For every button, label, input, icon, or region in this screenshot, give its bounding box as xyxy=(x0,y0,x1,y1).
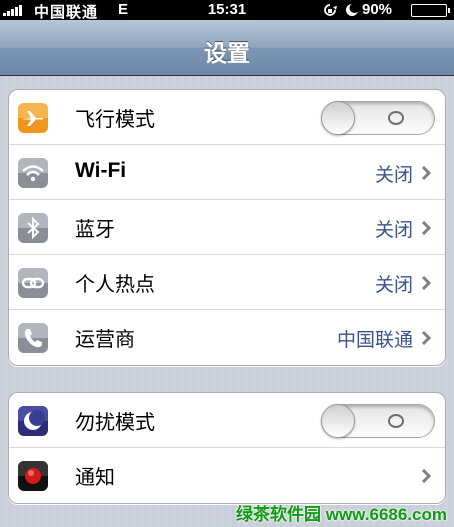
settings-row-do-not-disturb: 勿扰模式 xyxy=(9,393,445,448)
phone-icon xyxy=(18,323,48,353)
airplane-icon xyxy=(18,103,48,133)
settings-row-label: 勿扰模式 xyxy=(75,410,155,434)
bluetooth-status-value: 关闭 xyxy=(374,219,413,241)
battery-icon xyxy=(411,4,450,17)
settings-row-label: 个人热点 xyxy=(75,272,155,296)
settings-row-carrier[interactable]: 运营商 中国联通 xyxy=(9,310,445,365)
carrier-value: 中国联通 xyxy=(336,329,413,351)
settings-row-label: 运营商 xyxy=(75,327,135,351)
chevron-right-icon xyxy=(419,220,433,236)
chevron-right-icon xyxy=(419,330,433,346)
hotspot-icon xyxy=(18,268,48,298)
settings-row-wifi[interactable]: Wi-Fi 关闭 xyxy=(9,145,445,200)
airplane-mode-toggle[interactable] xyxy=(321,101,435,135)
settings-row-label: 蓝牙 xyxy=(75,217,115,241)
notification-icon xyxy=(18,461,48,491)
do-not-disturb-toggle[interactable] xyxy=(321,404,435,438)
bluetooth-icon xyxy=(18,213,48,243)
hotspot-status-value: 关闭 xyxy=(374,274,413,296)
moon-icon xyxy=(345,3,360,17)
settings-row-label: 通知 xyxy=(75,465,115,489)
toggle-knob xyxy=(321,404,355,438)
chevron-right-icon xyxy=(419,275,433,291)
rotation-lock-icon xyxy=(322,3,338,17)
chevron-right-icon xyxy=(419,468,433,484)
wifi-status-value: 关闭 xyxy=(374,164,413,186)
settings-row-notifications[interactable]: 通知 xyxy=(9,448,445,503)
watermark: 绿茶软件园 www.6686.com xyxy=(236,505,447,524)
toggle-knob xyxy=(321,101,355,135)
battery-percent: 90% xyxy=(362,1,393,18)
settings-group-notifications: 勿扰模式 通知 xyxy=(8,392,446,504)
settings-group-connectivity: 飞行模式 Wi-Fi 关闭 蓝牙 关闭 个人热点 关闭 运营商 中国联通 xyxy=(8,89,446,366)
toggle-off-indicator xyxy=(388,111,404,125)
settings-row-label: 飞行模式 xyxy=(75,107,155,131)
settings-row-label: Wi-Fi xyxy=(75,159,127,182)
settings-row-personal-hotspot[interactable]: 个人热点 关闭 xyxy=(9,255,445,310)
settings-row-bluetooth[interactable]: 蓝牙 关闭 xyxy=(9,200,445,255)
status-bar: 中国联通 E 15:31 90% xyxy=(0,0,454,21)
toggle-off-indicator xyxy=(388,414,404,428)
chevron-right-icon xyxy=(419,165,433,181)
moon-icon xyxy=(18,406,48,436)
navigation-bar: 设置 xyxy=(0,20,454,76)
page-title: 设置 xyxy=(204,41,250,67)
wifi-icon xyxy=(18,158,48,188)
settings-row-airplane-mode: 飞行模式 xyxy=(9,90,445,145)
